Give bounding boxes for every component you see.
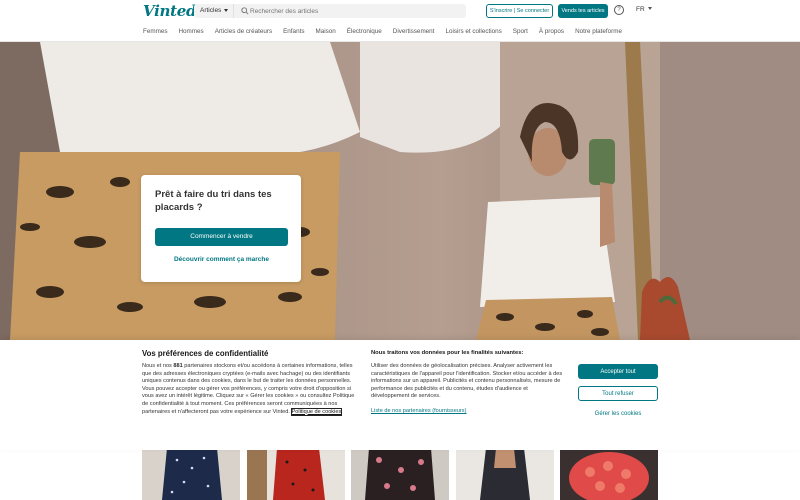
search-icon bbox=[241, 7, 249, 15]
hero-banner: Prêt à faire du tri dans tes placards ? … bbox=[0, 42, 800, 340]
cookie-banner: Vos préférences de confidentialité Nous … bbox=[0, 340, 800, 450]
cookie-policy-link[interactable]: Politique de cookies bbox=[290, 407, 343, 416]
nav-item-loisirs[interactable]: Loisirs et collections bbox=[445, 26, 501, 38]
search-bar: Articles bbox=[194, 4, 466, 18]
nav-item-electronique[interactable]: Électronique bbox=[347, 26, 382, 38]
product-image[interactable] bbox=[351, 448, 449, 500]
nav-item-femmes[interactable]: Femmes bbox=[143, 26, 168, 38]
purposes-text: Utiliser des données de géolocalisation … bbox=[371, 363, 563, 400]
help-icon[interactable]: ? bbox=[614, 5, 624, 15]
category-nav: Femmes Hommes Articles de créateurs Enfa… bbox=[143, 26, 633, 38]
purposes-title: Nous traitons vos données pour les final… bbox=[371, 350, 524, 356]
nav-item-divertissement[interactable]: Divertissement bbox=[393, 26, 435, 38]
cookie-text-body: partenaires stockons et/ou accédons à ce… bbox=[142, 363, 355, 415]
manage-cookies-button[interactable]: Gérer les cookies bbox=[578, 411, 658, 417]
language-selector[interactable]: FR bbox=[636, 6, 652, 13]
search-category-dropdown[interactable]: Articles bbox=[194, 4, 234, 18]
chevron-down-icon bbox=[647, 7, 652, 10]
nav-item-enfants[interactable]: Enfants bbox=[283, 26, 304, 38]
product-image[interactable] bbox=[560, 448, 658, 500]
nav-item-createurs[interactable]: Articles de créateurs bbox=[215, 26, 272, 38]
cookie-banner-title: Vos préférences de confidentialité bbox=[142, 349, 269, 358]
search-input[interactable] bbox=[250, 4, 460, 18]
product-image[interactable] bbox=[247, 448, 345, 500]
partners-list-link[interactable]: Liste de nos partenaires (fournisseurs) bbox=[371, 408, 466, 414]
nav-item-hommes[interactable]: Hommes bbox=[179, 26, 204, 38]
product-image[interactable] bbox=[456, 448, 554, 500]
login-button[interactable]: S'inscrire | Se connecter bbox=[486, 4, 553, 18]
how-it-works-link[interactable]: Découvrir comment ça marche bbox=[155, 256, 288, 263]
site-header: Vinted Articles S'inscrire | Se connecte… bbox=[0, 0, 800, 42]
search-category-label: Articles bbox=[200, 7, 222, 14]
nav-item-sport[interactable]: Sport bbox=[513, 26, 528, 38]
vinted-logo[interactable]: Vinted bbox=[143, 2, 196, 20]
chevron-down-icon bbox=[224, 9, 228, 12]
hero-photo bbox=[0, 42, 800, 340]
sell-button[interactable]: Vends tes articles bbox=[558, 4, 608, 18]
hero-card: Prêt à faire du tri dans tes placards ? … bbox=[141, 175, 301, 282]
refuse-all-button[interactable]: Tout refuser bbox=[578, 386, 658, 401]
start-selling-button[interactable]: Commencer à vendre bbox=[155, 228, 288, 246]
nav-item-maison[interactable]: Maison bbox=[315, 26, 335, 38]
cookie-text-intro: Nous et nos bbox=[142, 363, 174, 369]
cookie-banner-text: Nous et nos 881 partenaires stockons et/… bbox=[142, 363, 360, 416]
product-image[interactable] bbox=[142, 448, 240, 500]
hero-title: Prêt à faire du tri dans tes placards ? bbox=[155, 189, 272, 213]
nav-item-a-propos[interactable]: À propos bbox=[539, 26, 564, 38]
accept-all-button[interactable]: Accepter tout bbox=[578, 364, 658, 379]
nav-item-plateforme[interactable]: Notre plateforme bbox=[575, 26, 622, 38]
language-label: FR bbox=[636, 6, 645, 13]
partner-count: 881 bbox=[173, 363, 183, 369]
